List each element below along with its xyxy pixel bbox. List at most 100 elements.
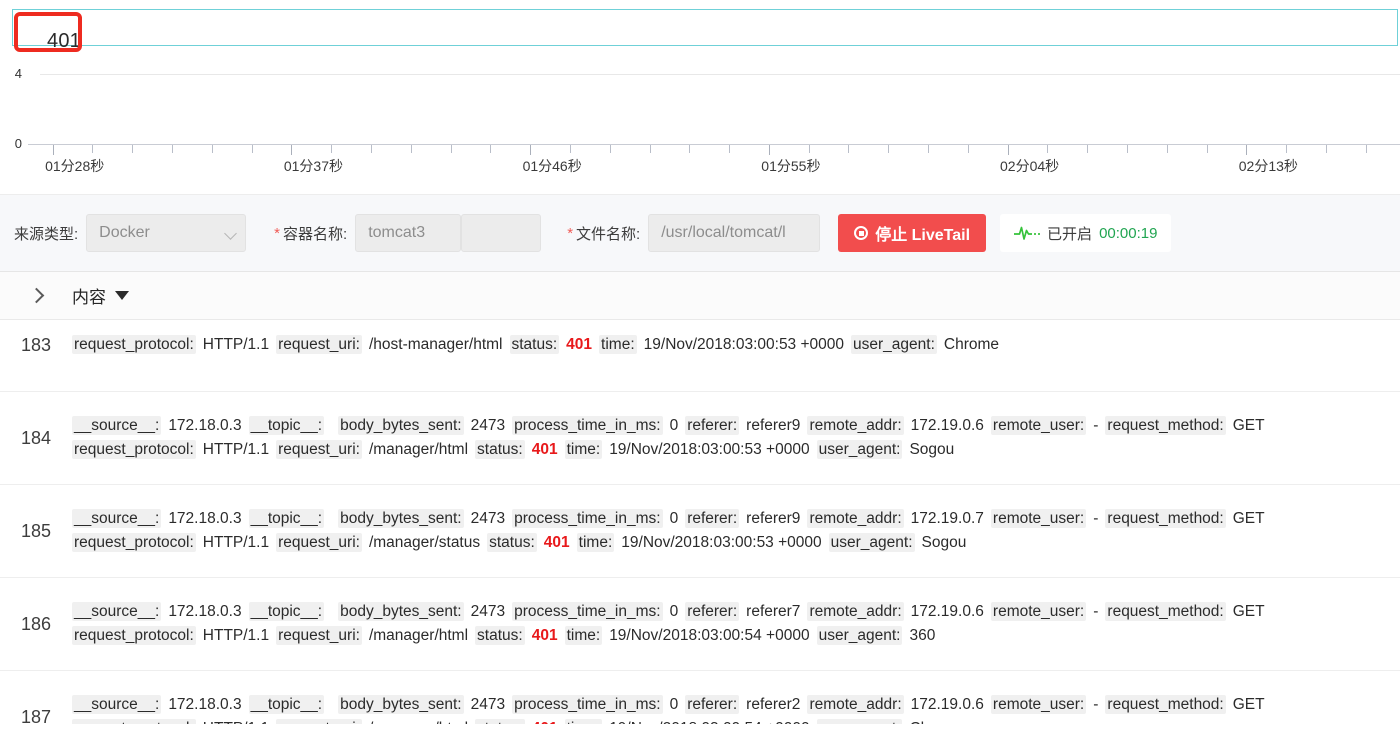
log-field-value: 172.18.0.3 <box>168 417 242 434</box>
table-row[interactable]: 184 __source__: 172.18.0.3 __topic__: body_b… <box>0 392 1400 485</box>
table-row[interactable]: 183 request_protocol: HTTP/1.1 request_uri:… <box>0 320 1400 392</box>
log-row-content: __source__: 172.18.0.3 __topic__: body_byte… <box>72 507 1400 555</box>
x-tick-minor <box>1286 145 1288 153</box>
log-field-key: referer: <box>685 602 740 621</box>
log-row-content: __source__: 172.18.0.3 __topic__: body_byte… <box>72 693 1400 724</box>
log-field-key: __topic__: <box>248 695 325 714</box>
container-name-value: tomcat3 <box>368 224 426 241</box>
container-name-input[interactable]: tomcat3 <box>355 214 462 252</box>
log-field-value: - <box>1093 417 1099 434</box>
file-name-label: 文件名称: <box>576 225 641 243</box>
log-status-value: 401 <box>531 441 558 458</box>
caret-down-icon <box>115 291 129 300</box>
log-field-value: HTTP/1.1 <box>202 336 270 353</box>
log-field-key: time: <box>564 719 603 724</box>
log-field-key: user_agent: <box>816 719 903 724</box>
livetail-status-badge: 已开启 00:00:19 <box>1000 214 1172 252</box>
log-field-value: Chrome <box>943 336 1000 353</box>
source-type-value: Docker <box>99 224 150 241</box>
log-rows-viewport[interactable]: 183 request_protocol: HTTP/1.1 request_uri:… <box>0 320 1400 724</box>
x-tick-minor <box>649 145 651 153</box>
log-field-key: request_uri: <box>276 440 362 459</box>
log-field-key: status: <box>487 533 537 552</box>
source-type-label: 来源类型: <box>14 225 79 243</box>
livetail-toolbar: 来源类型: Docker * 容器名称: tomcat3 * 文件名称: /us… <box>0 194 1400 272</box>
log-field-key: remote_addr: <box>807 695 904 714</box>
log-field-value: 360 <box>909 627 936 644</box>
log-field-key: status: <box>475 719 525 724</box>
x-tick-minor <box>490 145 492 153</box>
log-field-key: remote_addr: <box>807 602 904 621</box>
log-field-value: 0 <box>669 510 679 527</box>
log-field-key: user_agent: <box>816 626 903 645</box>
x-axis-label: 02分13秒 <box>1238 158 1298 174</box>
log-field-key: status: <box>475 440 525 459</box>
table-row[interactable]: 187 __source__: 172.18.0.3 __topic__: body_b… <box>0 671 1400 724</box>
chevron-down-icon <box>224 227 238 240</box>
x-tick-major <box>768 145 770 155</box>
column-header-content[interactable]: 内容 <box>72 283 129 308</box>
stop-livetail-button[interactable]: 停止 LiveTail <box>838 214 987 252</box>
log-field-key: request_uri: <box>276 626 362 645</box>
x-tick-minor <box>371 145 372 153</box>
x-axis-label: 01分37秒 <box>283 158 343 174</box>
log-field-value <box>329 510 333 527</box>
log-field-key: process_time_in_ms: <box>512 416 663 435</box>
log-field-value: 172.19.0.7 <box>910 510 984 527</box>
log-field-key: request_method: <box>1105 602 1226 621</box>
x-axis-label: 01分46秒 <box>522 158 582 174</box>
log-field-value: 172.19.0.6 <box>910 696 984 713</box>
log-field-value: 0 <box>669 417 679 434</box>
source-type-select[interactable]: Docker <box>86 214 247 252</box>
table-row[interactable]: 186 __source__: 172.18.0.3 __topic__: body_b… <box>0 578 1400 671</box>
log-status-value: 401 <box>566 336 593 353</box>
log-row-line-1: __source__: 172.18.0.3 __topic__: body_byte… <box>72 693 1392 717</box>
x-tick-minor <box>410 145 412 153</box>
required-asterisk-container: * <box>274 224 281 242</box>
log-row-line-2: request_protocol: HTTP/1.1 request_uri: /ma… <box>72 438 1392 462</box>
log-field-value: 19/Nov/2018:03:00:54 +0000 <box>607 720 811 724</box>
log-field-key: request_protocol: <box>72 533 196 552</box>
source-type-field-group: 来源类型: Docker <box>14 214 247 252</box>
table-row[interactable]: 185 __source__: 172.18.0.3 __topic__: body_b… <box>0 485 1400 578</box>
log-field-key: request_uri: <box>276 719 362 724</box>
log-row-line-2: request_protocol: HTTP/1.1 request_uri: /ma… <box>72 717 1392 724</box>
log-field-value: GET <box>1232 603 1265 620</box>
x-tick-major <box>1007 145 1009 155</box>
log-field-value: /host-manager/html <box>368 336 503 353</box>
log-field-key: status: <box>475 626 525 645</box>
log-field-key: remote_user: <box>990 695 1087 714</box>
log-field-key: __source__: <box>72 695 162 714</box>
x-tick-major <box>1246 145 1248 155</box>
container-name-extra-input[interactable] <box>461 214 542 252</box>
search-input[interactable]: 401 <box>12 9 1398 52</box>
log-field-key: request_method: <box>1105 416 1226 435</box>
x-tick-minor <box>848 145 850 153</box>
x-tick-minor <box>1206 145 1208 153</box>
log-field-value: GET <box>1232 510 1265 527</box>
chevron-right-icon <box>28 287 44 304</box>
log-field-key: body_bytes_sent: <box>338 695 464 714</box>
log-field-key: __topic__: <box>248 416 325 435</box>
log-row-number: 186 <box>20 613 52 634</box>
log-row-number: 187 <box>20 706 52 725</box>
y-axis-tick-min: 0 <box>14 136 22 151</box>
log-field-key: process_time_in_ms: <box>512 602 663 621</box>
expand-all-rows-button[interactable] <box>0 287 72 304</box>
x-tick-minor <box>808 145 810 153</box>
pulse-icon <box>1014 226 1041 240</box>
log-field-key: remote_user: <box>990 416 1087 435</box>
y-axis-tick-max: 4 <box>14 66 22 81</box>
log-field-key: body_bytes_sent: <box>338 509 464 528</box>
search-input-value: 401 <box>47 30 81 52</box>
file-name-input[interactable]: /usr/local/tomcat/l <box>648 214 821 252</box>
log-field-key: request_uri: <box>276 335 362 354</box>
log-field-key: __topic__: <box>248 602 325 621</box>
log-field-value: 172.18.0.3 <box>168 696 242 713</box>
log-row-line-2: request_protocol: HTTP/1.1 request_uri: /ma… <box>72 624 1392 648</box>
log-field-value: - <box>1093 603 1099 620</box>
log-field-value: GET <box>1232 696 1265 713</box>
log-field-value: 19/Nov/2018:03:00:53 +0000 <box>643 336 845 353</box>
x-axis-tick-labels: 01分28秒 01分37秒 01分46秒 01分55秒 02分04秒 02分13秒 <box>0 156 1400 178</box>
x-tick-major <box>52 145 54 155</box>
